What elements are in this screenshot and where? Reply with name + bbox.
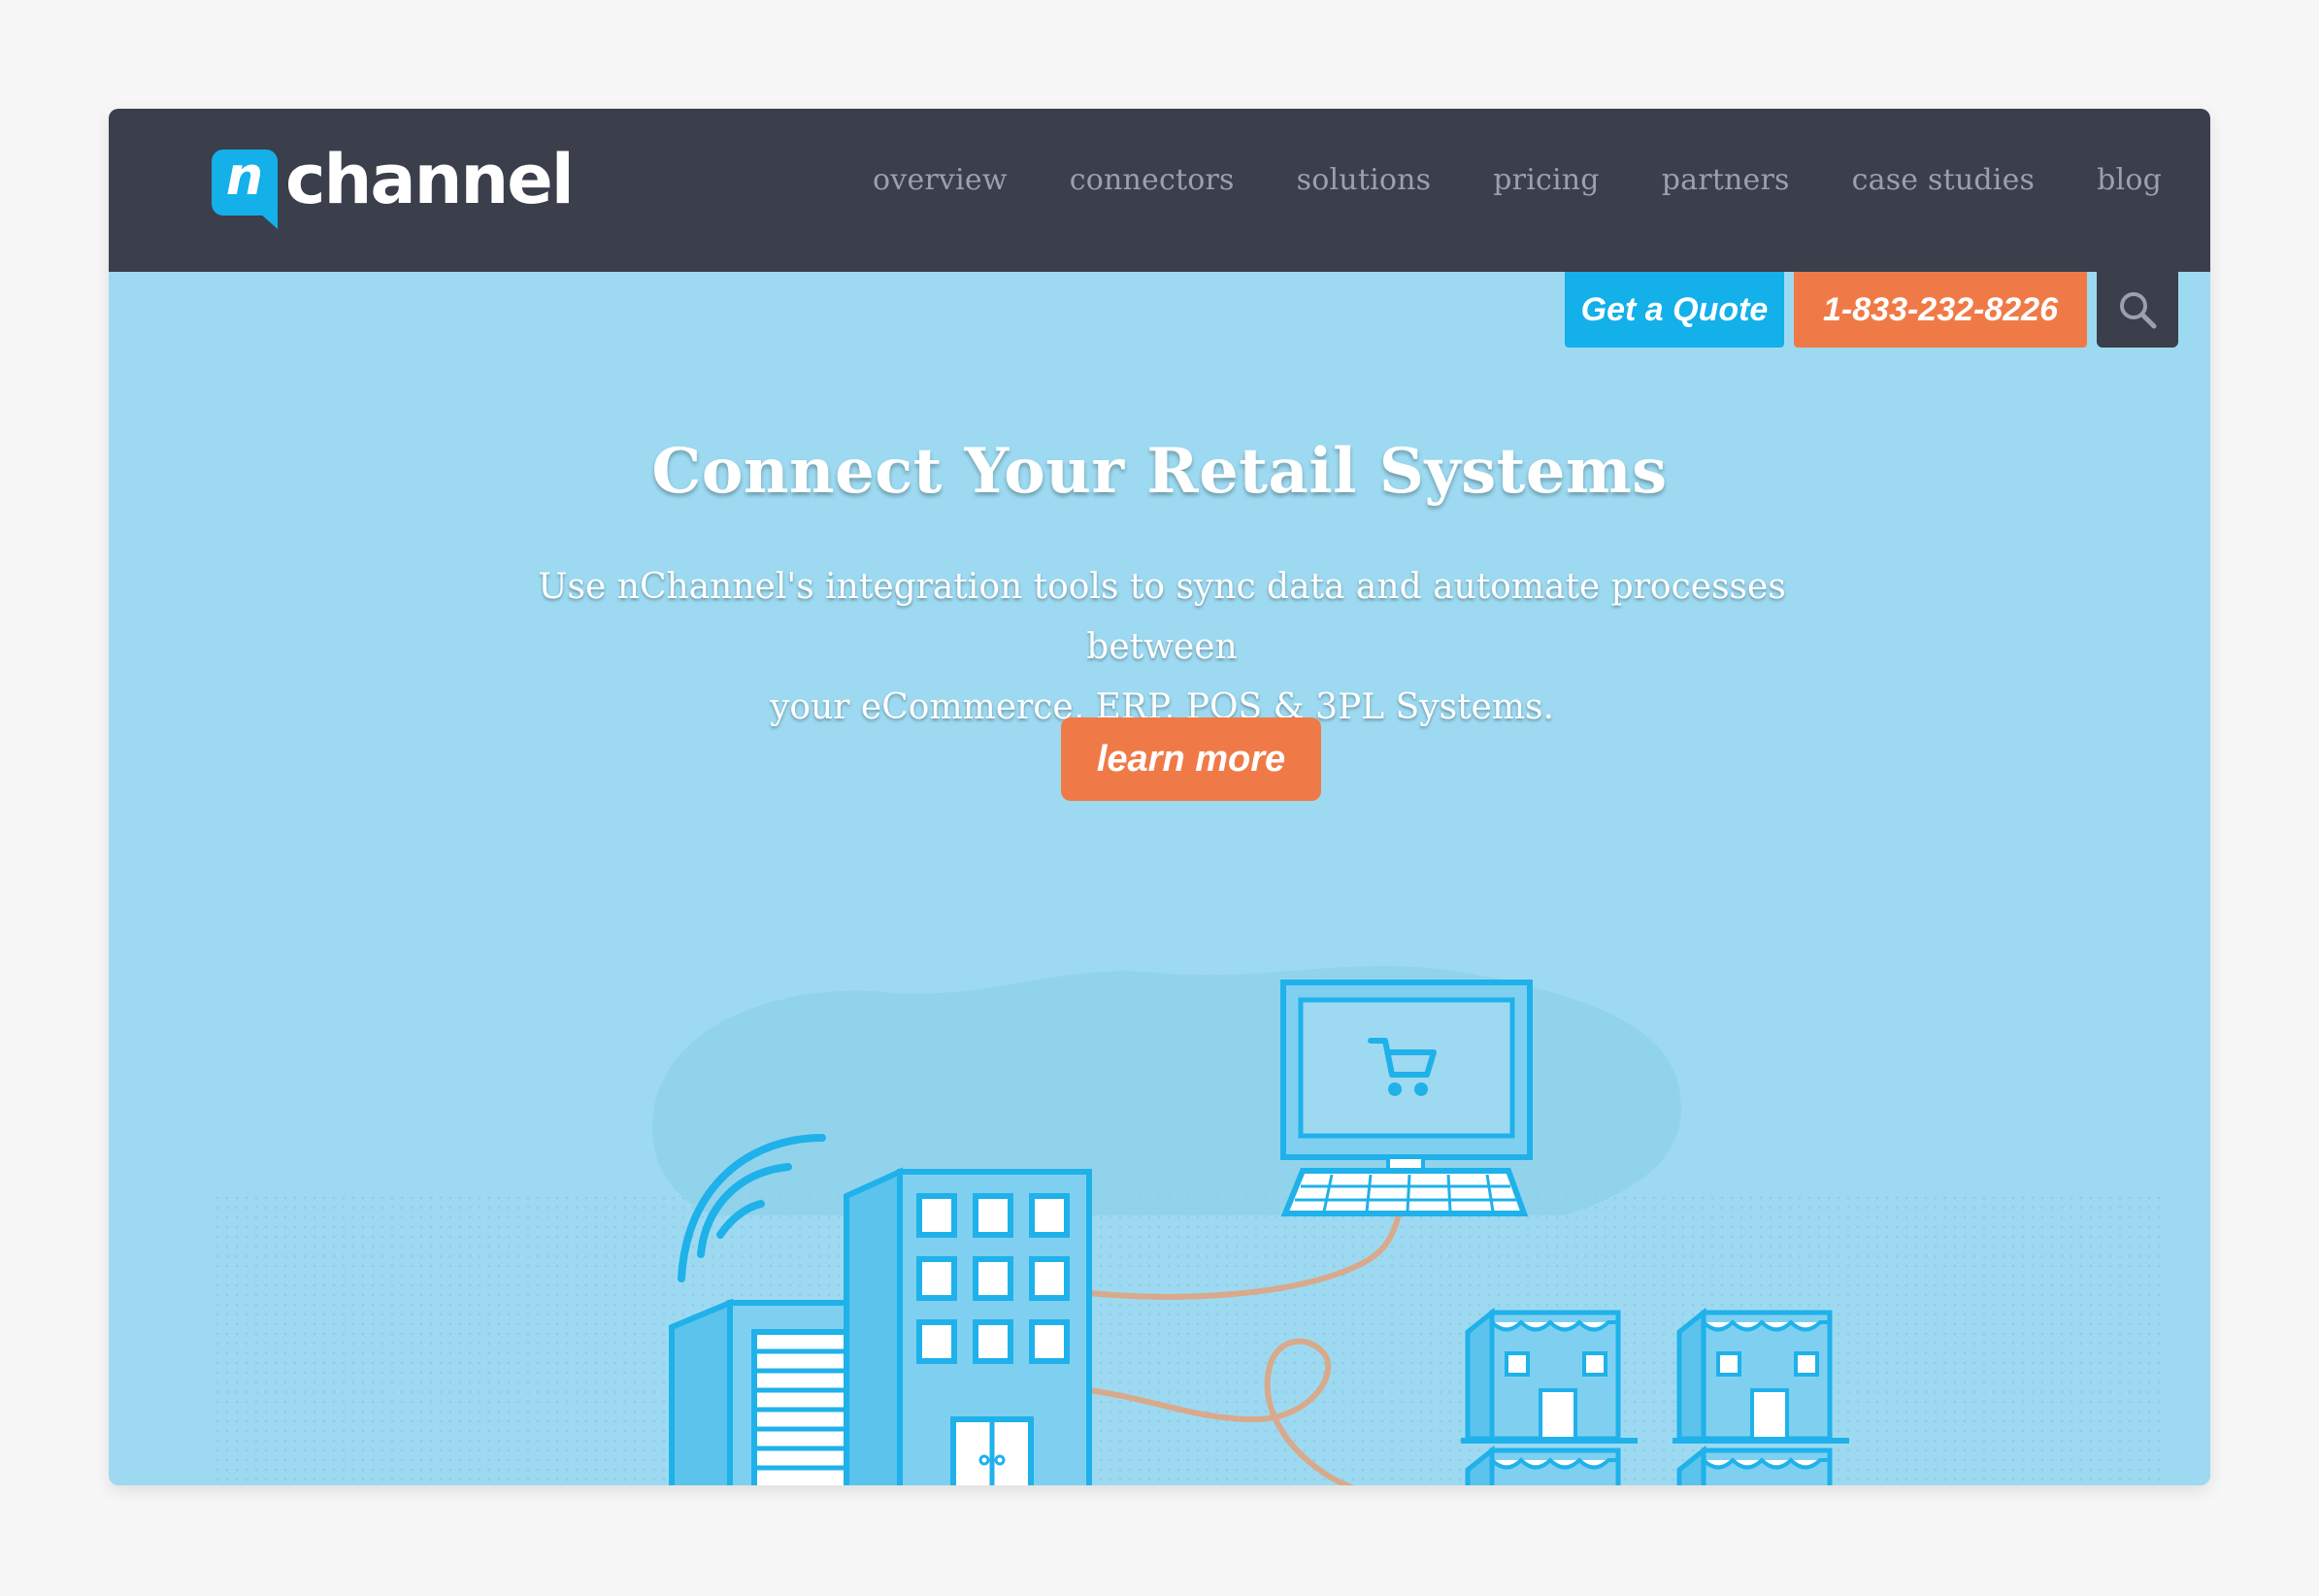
retail-store-2 <box>1673 1307 1849 1444</box>
get-a-quote-button[interactable]: Get a Quote <box>1565 272 1784 348</box>
top-navigation-bar: n channel overview connectors solutions … <box>109 109 2210 272</box>
learn-more-button[interactable]: learn more <box>1061 717 1321 801</box>
retail-store-4 <box>1676 1445 1833 1485</box>
main-nav: overview connectors solutions pricing pa… <box>873 163 2162 197</box>
nav-item-overview[interactable]: overview <box>873 163 1008 197</box>
phone-number-button[interactable]: 1-833-232-8226 <box>1794 272 2087 348</box>
nav-item-solutions[interactable]: solutions <box>1297 163 1432 197</box>
dotted-ground <box>215 1191 2167 1485</box>
retail-store-1 <box>1461 1307 1638 1444</box>
retail-store-3 <box>1465 1445 1621 1485</box>
nav-item-connectors[interactable]: connectors <box>1070 163 1235 197</box>
retail-systems-illustration <box>215 965 2167 1485</box>
header-actions: Get a Quote 1-833-232-8226 <box>1565 272 2178 348</box>
nav-item-case-studies[interactable]: case studies <box>1852 163 2036 197</box>
search-icon <box>2120 292 2157 329</box>
logo-mark: n <box>212 146 278 229</box>
office-tower <box>844 1167 1092 1485</box>
website-frame: n channel overview connectors solutions … <box>109 109 2210 1485</box>
nav-item-pricing[interactable]: pricing <box>1493 163 1599 197</box>
logo-mark-letter: n <box>225 146 264 207</box>
nav-item-partners[interactable]: partners <box>1662 163 1790 197</box>
hero-subtitle-line-1: Use nChannel's integration tools to sync… <box>538 567 1786 667</box>
logo-wordmark: channel <box>285 140 575 219</box>
computer-monitor <box>1280 980 1533 1216</box>
hero-subtitle: Use nChannel's integration tools to sync… <box>458 557 1866 738</box>
search-button[interactable] <box>2097 272 2178 348</box>
nchannel-logo[interactable]: n channel <box>212 136 575 243</box>
hero-title: Connect Your Retail Systems <box>651 435 1668 508</box>
nav-item-blog[interactable]: blog <box>2097 163 2162 197</box>
